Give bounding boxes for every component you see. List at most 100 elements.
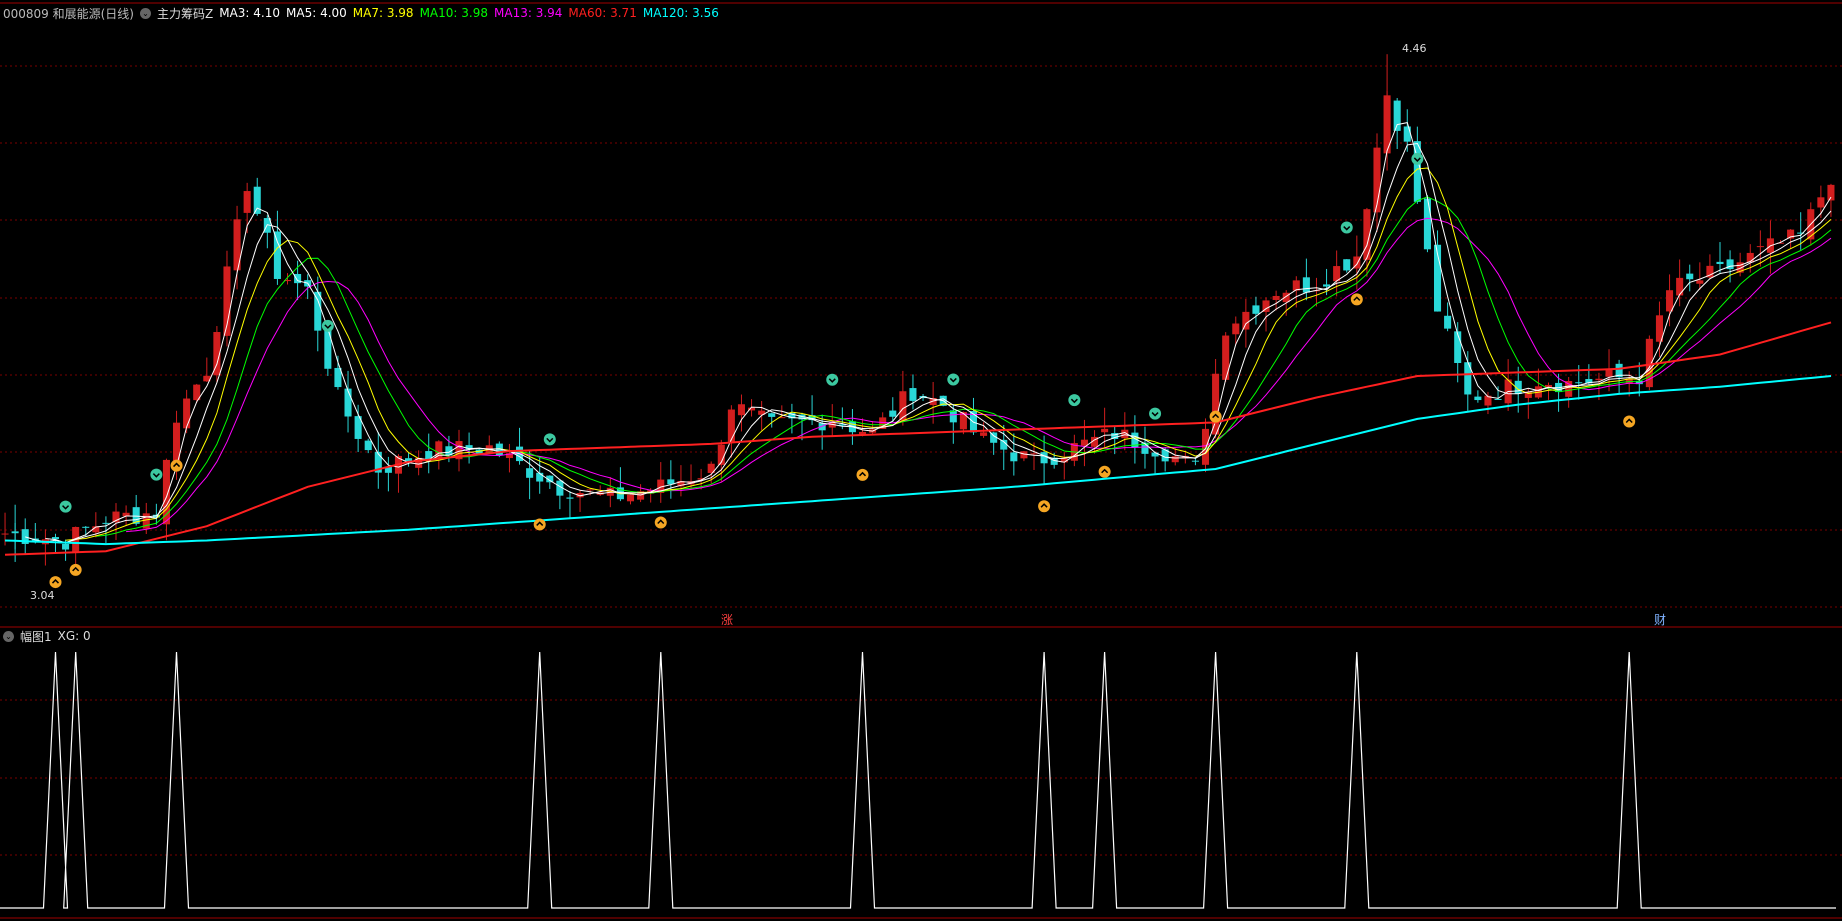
sub-chart-header: ⌄ 幅图1 XG: 0 [0, 628, 97, 644]
ma-legend: MA3: 4.10 MA5: 4.00 MA7: 3.98 MA10: 3.98 MA1… [219, 6, 725, 20]
ma-label: MA7: 3.98 [352, 6, 414, 20]
candle-up [1605, 369, 1613, 377]
candle-down [364, 440, 372, 451]
buy-signal-icon [49, 576, 62, 589]
sell-signal-icon [321, 319, 334, 332]
candle-up [1212, 373, 1220, 435]
mark-zhang: 涨 [721, 612, 733, 627]
sell-signal-icon [59, 500, 72, 513]
candle-down [909, 388, 917, 401]
collapse-icon[interactable]: ⌄ [140, 7, 151, 19]
candle-up [243, 191, 251, 213]
stock-title: 000809 和展能源(日线) [3, 6, 134, 21]
candle-down [82, 526, 90, 528]
ma-label: MA60: 3.71 [568, 6, 637, 20]
candle-up [183, 398, 191, 429]
sub-chart-xg [0, 651, 1836, 909]
candle-up [1676, 277, 1684, 296]
sell-signal-icon [150, 468, 163, 481]
candle-down [334, 367, 342, 388]
candle-down [536, 472, 544, 482]
high-price-label: 4.46 [1402, 42, 1427, 55]
candle-down [1716, 261, 1724, 265]
candle-down [1494, 398, 1502, 400]
candle-down [1343, 259, 1351, 271]
candle-down [1454, 331, 1462, 364]
signal-markers [49, 152, 1636, 589]
sell-signal-icon [1068, 394, 1081, 407]
sell-signal-icon [543, 433, 556, 446]
low-price-label: 3.04 [30, 589, 55, 602]
sell-signal-icon [1411, 152, 1424, 165]
candle-up [980, 432, 988, 436]
candle-up [1232, 323, 1240, 335]
candle-up [1242, 311, 1250, 330]
sell-signal-icon [826, 373, 839, 386]
candle-down [1191, 460, 1199, 462]
candle-up [586, 489, 594, 491]
candle-down [1040, 452, 1048, 464]
ma5-line [45, 142, 1832, 544]
ma-label: MA13: 3.94 [494, 6, 563, 20]
ma3-line [25, 122, 1832, 544]
candle-down [1686, 273, 1694, 280]
buy-signal-icon [69, 563, 82, 576]
candle-up [1696, 280, 1704, 284]
candle-up [1171, 456, 1179, 463]
candle-up [1201, 428, 1210, 465]
candle-down [1444, 315, 1452, 329]
buy-signal-icon [1038, 500, 1051, 513]
buy-signal-icon [533, 518, 546, 531]
candle-up [1101, 428, 1109, 433]
buy-signal-icon [1350, 293, 1363, 306]
candle-down [1423, 198, 1431, 250]
ma-label: MA5: 4.00 [286, 6, 347, 20]
candle-up [1222, 335, 1230, 380]
candle-down [62, 543, 70, 550]
collapse-icon[interactable]: ⌄ [3, 630, 14, 642]
grid-lines [0, 2, 1842, 919]
candle-up [1756, 246, 1764, 248]
candle-up [1595, 378, 1603, 381]
candle-up [1272, 295, 1280, 300]
candlesticks [1, 54, 1835, 573]
candle-down [1575, 382, 1583, 384]
moving-averages [4, 122, 1832, 556]
candle-down [1403, 126, 1411, 142]
candle-down [1323, 284, 1331, 287]
buy-signal-icon [1098, 465, 1111, 478]
ma-label: MA10: 3.98 [419, 6, 488, 20]
sell-signal-icon [947, 373, 960, 386]
mark-cai: 财 [1654, 613, 1666, 627]
candle-up [1817, 197, 1825, 208]
ma-label: MA120: 3.56 [642, 6, 719, 20]
candle-down [1302, 277, 1310, 293]
candle-up [626, 494, 635, 502]
main-chart-header: 000809 和展能源(日线) ⌄ 主力筹码Z MA3: 4.10 MA5: 4.… [0, 5, 731, 21]
ma120-line [4, 375, 1832, 546]
candle-up [727, 409, 735, 442]
candle-up [1, 533, 9, 535]
sub-chart-name: 幅图1 [20, 629, 52, 644]
ma-label: MA3: 4.10 [219, 6, 281, 20]
sell-signal-icon [1149, 407, 1162, 420]
ma10-line [95, 196, 1832, 537]
candle-down [1252, 305, 1260, 314]
candle-down [314, 291, 322, 331]
candle-down [1474, 396, 1482, 401]
candle-up [737, 404, 745, 416]
ma60-line [4, 321, 1832, 556]
indicator-name: 主力筹码Z [157, 6, 214, 21]
xg-series-line [0, 651, 1836, 909]
candle-down [566, 497, 574, 499]
candle-up [1666, 290, 1674, 312]
candle-down [1010, 452, 1018, 462]
candle-down [889, 410, 897, 417]
candle-down [949, 410, 957, 423]
buy-signal-icon [1209, 410, 1222, 423]
xg-value: XG: 0 [57, 629, 91, 643]
candle-down [1393, 100, 1401, 131]
candle-down [768, 413, 776, 417]
buy-signal-icon [654, 516, 667, 529]
chart-canvas[interactable]: 4.46 3.04 涨 财 [0, 0, 1842, 921]
